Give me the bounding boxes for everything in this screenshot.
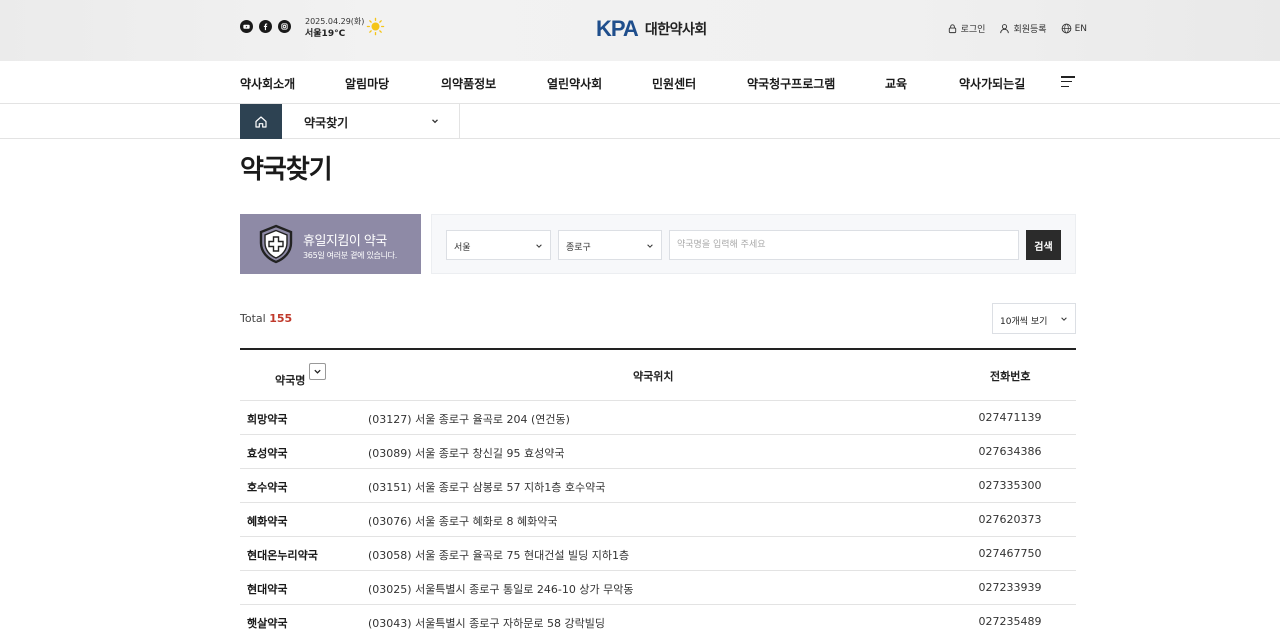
home-button[interactable] [240,104,282,139]
pharmacy-table: 약국명 약국위치 전화번호 희망약국 (03127) 서울 종로구 율곡로 204… [240,348,1076,632]
col-header-address: 약국위치 [633,370,674,383]
home-icon [255,115,267,128]
chevron-down-icon [647,244,653,248]
logo-mark: KPA [596,16,639,41]
total-count: Total 155 [240,312,292,325]
weather-info: 2025.04.29(화) 서울19°C [305,16,364,40]
breadcrumb: 약국찾기 [0,104,1280,139]
top-bar: 2025.04.29(화) 서울19°C KPA 대한약사회 로그인 회원등록 … [0,0,1280,61]
youtube-icon[interactable] [240,20,253,33]
table-header: 약국명 약국위치 전화번호 [240,350,1076,401]
pharmacy-address: (03089) 서울 종로구 창신길 95 효성약국 [368,447,565,460]
total-number: 155 [269,312,293,325]
chevron-down-icon [432,119,438,124]
city-select[interactable]: 서울 [446,230,551,260]
pharmacy-address: (03151) 서울 종로구 삼봉로 57 지하1층 호수약국 [368,481,606,494]
pharmacy-address: (03127) 서울 종로구 율곡로 204 (연건동) [368,413,570,426]
pharmacy-address: (03025) 서울특별시 종로구 통일로 246-10 상가 무악동 [368,583,634,596]
language-label: EN [1074,23,1087,34]
district-select[interactable]: 종로구 [558,230,662,260]
breadcrumb-select[interactable]: 약국찾기 [282,104,460,139]
language-link[interactable]: EN [1061,22,1087,35]
table-row[interactable]: 호수약국 (03151) 서울 종로구 삼봉로 57 지하1층 호수약국 02733… [240,469,1076,503]
pharmacy-phone: 027471139 [978,411,1042,424]
table-row[interactable]: 효성약국 (03089) 서울 종로구 창신길 95 효성약국 027634386 [240,435,1076,469]
nav-item-education[interactable]: 교육 [885,75,907,92]
nav-item-civil[interactable]: 민원센터 [652,75,696,92]
pharmacy-phone: 027233939 [978,581,1042,594]
nav-item-career[interactable]: 약사가되는길 [959,75,1025,92]
login-link[interactable]: 로그인 [947,22,986,35]
user-icon [1000,24,1010,34]
col-header-name: 약국명 [275,374,306,387]
nav-item-notice[interactable]: 알림마당 [345,75,389,92]
logo-text: 대한약사회 [644,22,707,38]
pharmacy-name: 혜화약국 [247,515,288,528]
chevron-down-icon [314,369,321,374]
per-page-value: 10개씩 보기 [1000,317,1048,327]
sort-button[interactable] [309,363,326,380]
temperature-text: 서울19°C [305,29,346,39]
instagram-icon[interactable] [278,20,291,33]
nav-item-open[interactable]: 열린약사회 [547,75,602,92]
main-navigation: 약사회소개 알림마당 의약품정보 열린약사회 민원센터 약국청구프로그램 교육 … [0,61,1280,104]
login-label: 로그인 [960,25,986,35]
pharmacy-phone: 027235489 [978,615,1042,628]
pharmacy-phone: 027634386 [978,445,1042,458]
pharmacy-name: 효성약국 [247,447,288,460]
table-row[interactable]: 현대약국 (03025) 서울특별시 종로구 통일로 246-10 상가 무악동 0… [240,571,1076,605]
holiday-pharmacy-banner[interactable]: 휴일지킴이 약국 365일 여러분 곁에 있습니다. [240,214,421,274]
pharmacy-name: 현대온누리약국 [247,549,318,562]
nav-item-billing[interactable]: 약국청구프로그램 [747,75,835,92]
total-label: Total [240,312,266,325]
nav-item-about[interactable]: 약사회소개 [240,75,295,92]
pharmacy-name: 희망약국 [247,413,288,426]
nav-item-drug-info[interactable]: 의약품정보 [441,75,496,92]
utility-menu: 로그인 회원등록 EN [947,22,1087,35]
join-link[interactable]: 회원등록 [999,22,1047,35]
chevron-down-icon [536,244,542,248]
shield-cross-icon [259,224,293,264]
pharmacy-name: 호수약국 [247,481,288,494]
holiday-desc: 365일 여러분 곁에 있습니다. [303,251,397,260]
sns-links [240,20,291,33]
city-select-value: 서울 [454,243,471,253]
pharmacy-address: (03076) 서울 종로구 혜화로 8 혜화약국 [368,515,558,528]
globe-icon [1061,23,1071,34]
pharmacy-name: 현대약국 [247,583,288,596]
pharmacy-address: (03043) 서울특별시 종로구 자하문로 58 강락빌딩 [368,617,605,630]
district-select-value: 종로구 [566,243,591,253]
page-title: 약국찾기 [240,155,333,185]
chevron-down-icon [1061,317,1067,321]
col-header-phone: 전화번호 [990,370,1031,383]
table-row[interactable]: 혜화약국 (03076) 서울 종로구 혜화로 8 혜화약국 027620373 [240,503,1076,537]
search-box: 서울 종로구 검색 [431,214,1076,274]
holiday-title: 휴일지킴이 약국 [303,234,387,249]
pharmacy-phone: 027467750 [978,547,1042,560]
pharmacy-name: 햇살약국 [247,617,288,630]
breadcrumb-current: 약국찾기 [304,116,349,130]
per-page-select[interactable]: 10개씩 보기 [992,303,1076,334]
date-text: 2025.04.29(화) [305,17,365,26]
pharmacy-address: (03058) 서울 종로구 율곡로 75 현대건설 빌딩 지하1층 [368,549,630,562]
logo[interactable]: KPA 대한약사회 [596,16,707,42]
table-row[interactable]: 현대온누리약국 (03058) 서울 종로구 율곡로 75 현대건설 빌딩 지하1… [240,537,1076,571]
join-label: 회원등록 [1013,25,1047,35]
sun-icon [366,17,385,36]
pharmacy-phone: 027620373 [978,513,1042,526]
facebook-icon[interactable] [259,20,272,33]
pharmacy-name-input[interactable] [669,230,1019,260]
search-button[interactable]: 검색 [1026,230,1061,260]
all-menu-icon[interactable] [1061,76,1075,88]
table-row[interactable]: 희망약국 (03127) 서울 종로구 율곡로 204 (연건동) 02747113… [240,401,1076,435]
lock-icon [948,24,956,34]
table-row[interactable]: 햇살약국 (03043) 서울특별시 종로구 자하문로 58 강락빌딩 027235… [240,605,1076,632]
pharmacy-phone: 027335300 [978,479,1042,492]
